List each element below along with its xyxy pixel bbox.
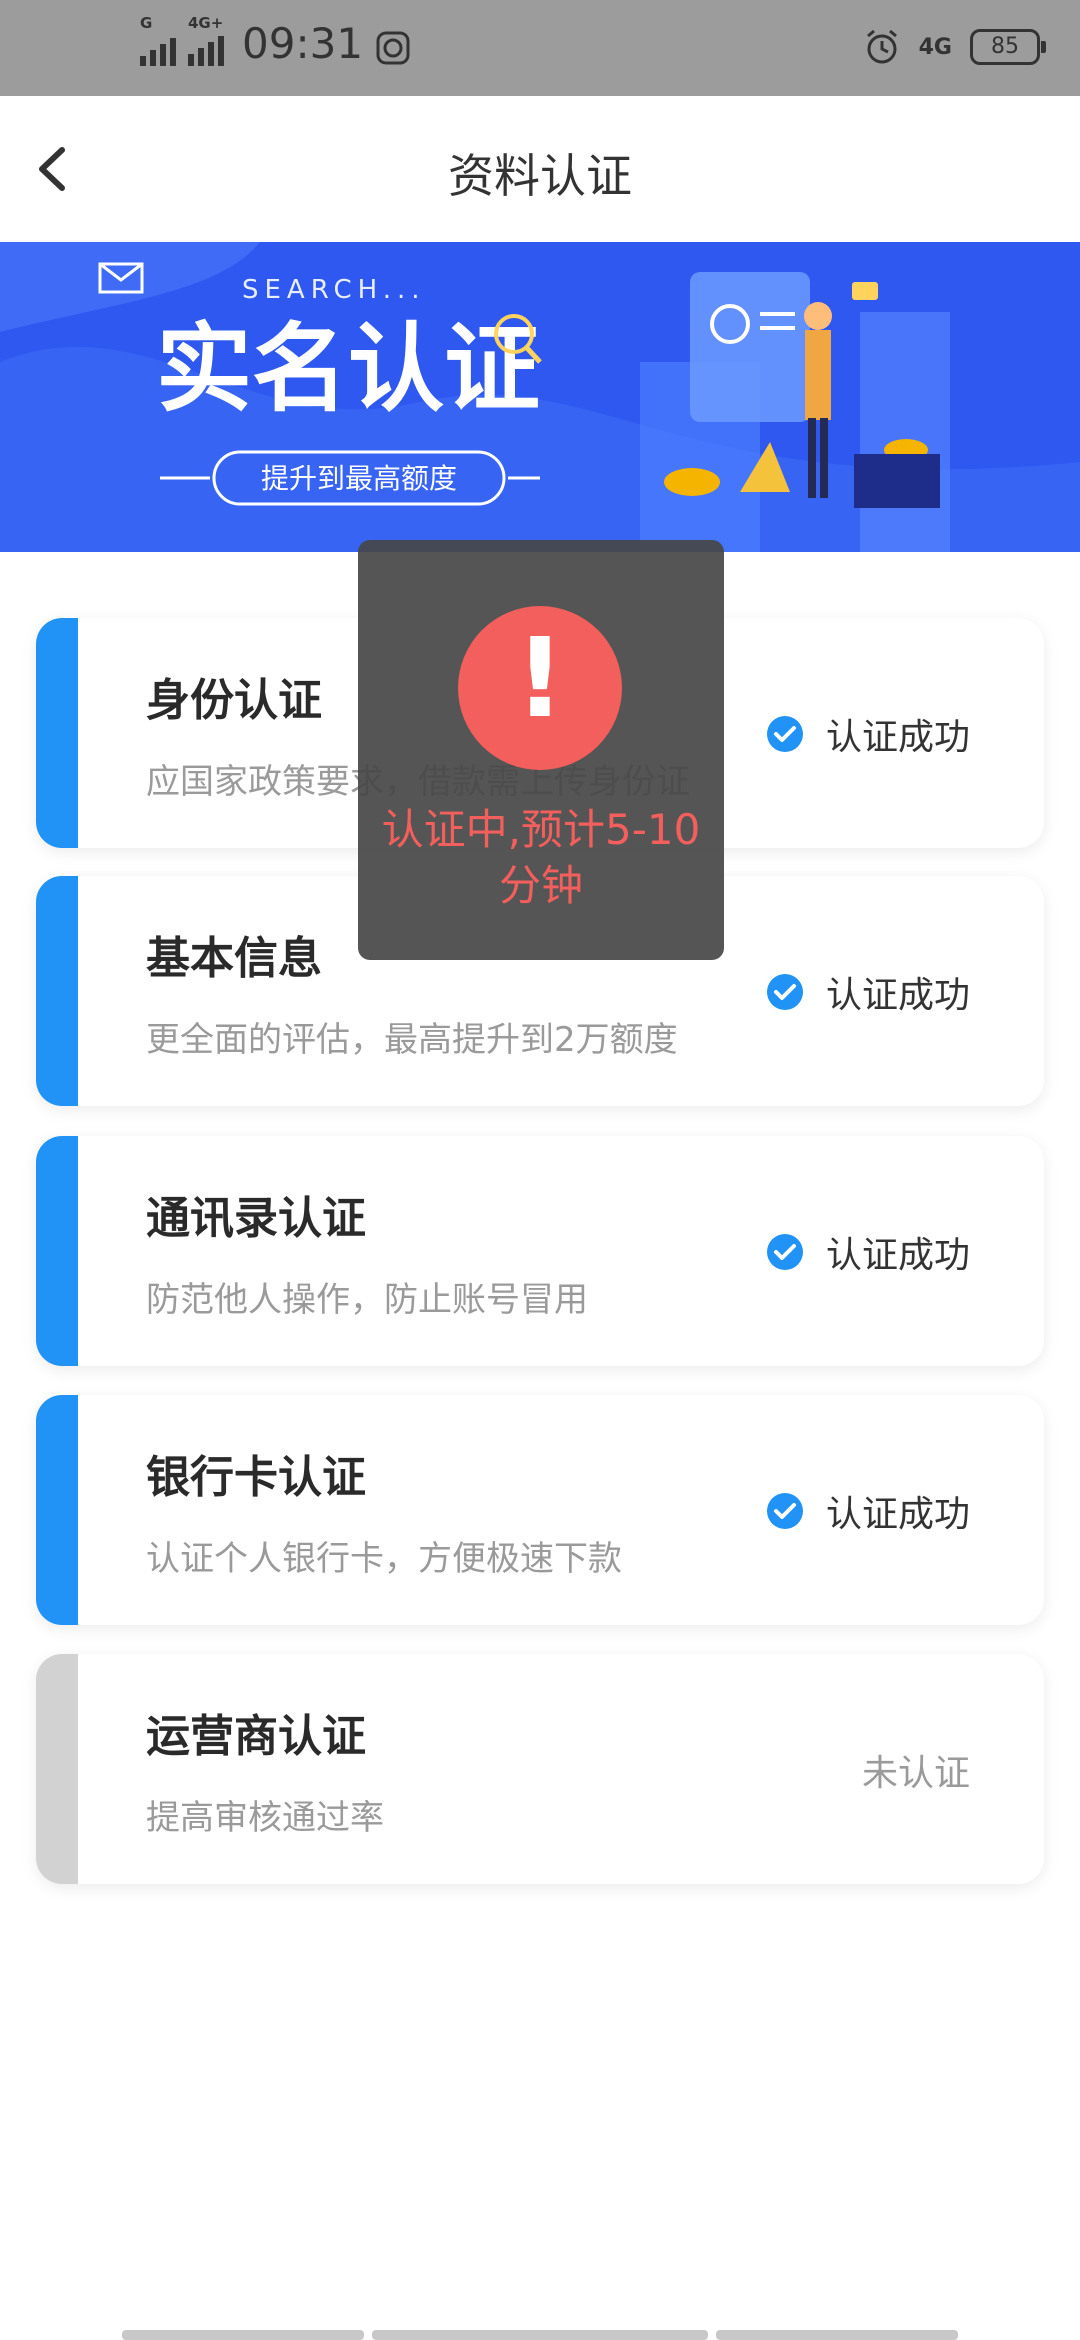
gesture-bar-right (716, 2330, 958, 2340)
status-verified: 认证成功 (766, 1485, 970, 1537)
card-stripe (36, 618, 78, 848)
card-stripe (36, 876, 78, 1106)
status-unverified: 未认证 (862, 1744, 970, 1796)
check-circle-icon (766, 716, 803, 752)
battery-level: 85 (991, 34, 1019, 59)
network-type-right: 4G (918, 34, 952, 60)
gesture-bar-center (372, 2330, 708, 2340)
status-bar-left: G 4G+ 09:31 (140, 14, 411, 68)
status-bar: G 4G+ 09:31 4G 85 (0, 0, 1080, 96)
banner-headline: 实名认证 (156, 313, 540, 425)
card-carrier[interactable]: 运营商认证 提高审核通过率 未认证 (36, 1654, 1044, 1884)
network-type-4g: 4G+ (188, 14, 224, 32)
status-label: 认证成功 (825, 975, 970, 1016)
gesture-bar-left (122, 2330, 364, 2340)
loading-toast: ! 认证中,预计5-10分钟 (358, 540, 724, 960)
card-title: 银行卡认证 (146, 1452, 366, 1503)
status-label: 未认证 (861, 1753, 970, 1794)
clock: 09:31 (242, 19, 364, 68)
promo-banner[interactable]: SEARCH... 实名认证 提升到最高额度 (0, 242, 1080, 552)
header: 资料认证 (0, 96, 1080, 243)
card-stripe (36, 1136, 78, 1366)
status-bar-right: 4G 85 (863, 28, 1046, 66)
check-circle-icon (766, 1234, 803, 1270)
card-title: 身份认证 (146, 675, 322, 726)
alert-icon: ! (458, 606, 622, 770)
status-verified: 认证成功 (766, 1226, 970, 1278)
banner-button-text: 提升到最高额度 (261, 462, 457, 495)
signal-icon-2: 4G+ (188, 14, 224, 66)
status-label: 认证成功 (825, 1235, 970, 1276)
battery-icon: 85 (970, 29, 1046, 65)
card-title: 基本信息 (146, 933, 322, 984)
card-contacts[interactable]: 通讯录认证 防范他人操作，防止账号冒用 认证成功 (36, 1136, 1044, 1366)
status-verified: 认证成功 (766, 708, 970, 760)
card-subtitle: 防范他人操作，防止账号冒用 (146, 1280, 588, 1320)
card-subtitle: 更全面的评估，最高提升到2万额度 (146, 1020, 678, 1060)
check-circle-icon (766, 974, 803, 1010)
card-bank-card[interactable]: 银行卡认证 认证个人银行卡，方便极速下款 认证成功 (36, 1395, 1044, 1625)
banner-search-text: SEARCH... (242, 275, 426, 305)
card-title: 通讯录认证 (146, 1193, 366, 1244)
status-label: 认证成功 (825, 1494, 970, 1535)
alarm-icon (866, 29, 897, 64)
alert-icon-glyph: ! (514, 614, 566, 742)
toast-message: 认证中,预计5-10分钟 (381, 805, 701, 910)
banner-illustration: SEARCH... 实名认证 提升到最高额度 (0, 242, 1080, 552)
card-stripe (36, 1654, 78, 1884)
check-circle-icon (766, 1493, 803, 1529)
card-subtitle: 认证个人银行卡，方便极速下款 (146, 1539, 622, 1579)
card-title: 运营商认证 (146, 1711, 366, 1762)
card-stripe (36, 1395, 78, 1625)
card-subtitle: 提高审核通过率 (146, 1798, 384, 1838)
status-verified: 认证成功 (766, 966, 970, 1018)
notification-icon (376, 31, 410, 65)
status-label: 认证成功 (825, 717, 970, 758)
page-title: 资料认证 (448, 149, 632, 203)
network-type: G (140, 14, 153, 32)
signal-icon-1: G (140, 14, 176, 66)
